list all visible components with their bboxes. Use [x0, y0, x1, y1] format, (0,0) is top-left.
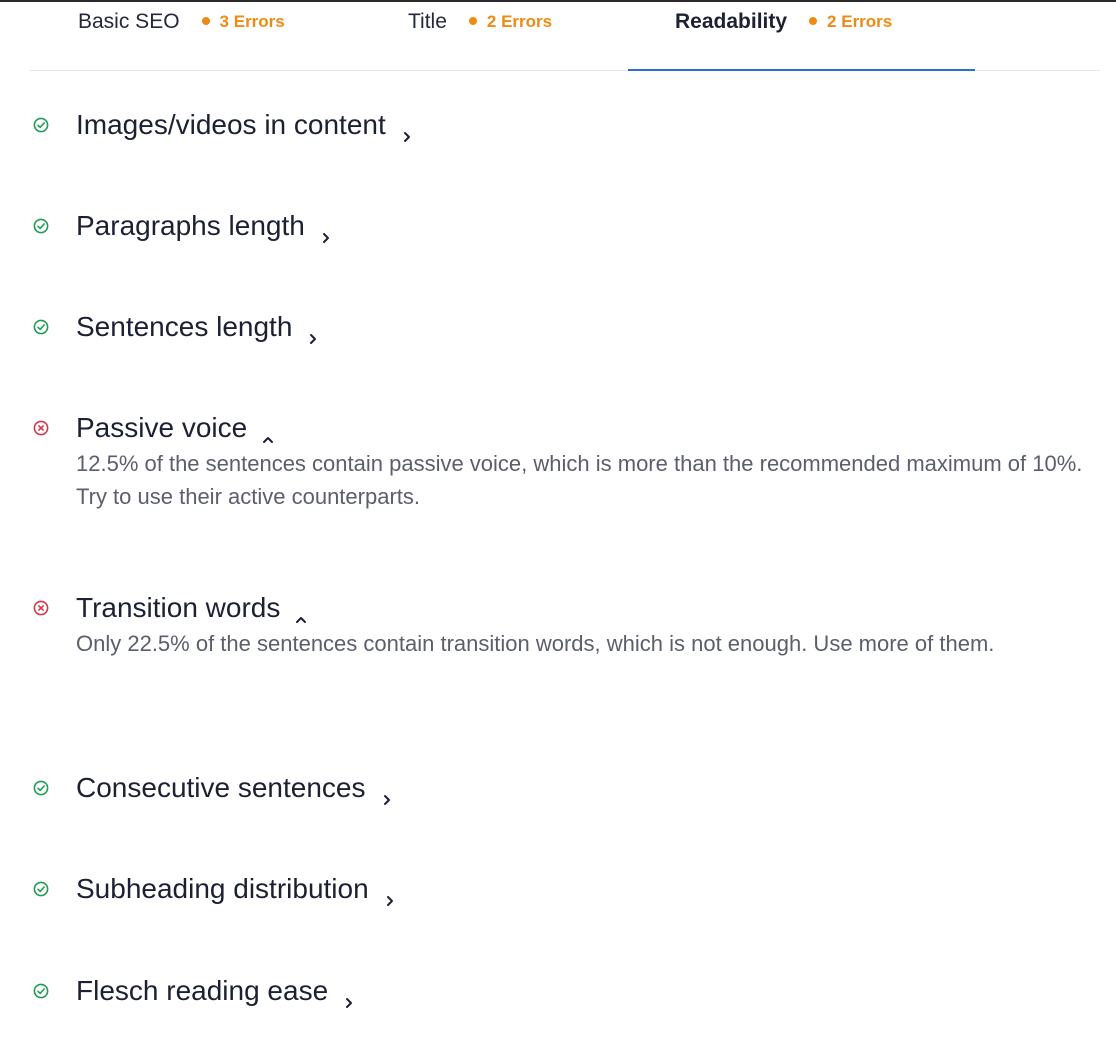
check-item-description: Only 22.5% of the sentences contain tran…: [76, 631, 995, 656]
check-circle-icon: [33, 319, 49, 335]
check-item-title: Transition words: [76, 591, 308, 625]
error-count-badge: 2 Errors: [486, 12, 553, 31]
tab-label: Title: [408, 10, 447, 33]
check-item-label: Flesch reading ease: [76, 975, 329, 1006]
tab-label: Basic SEO: [78, 10, 180, 33]
chevron-right-icon[interactable]: [383, 882, 397, 906]
check-item-label: Images/videos in content: [76, 109, 386, 140]
active-tab-indicator: [628, 69, 975, 71]
error-count-badge: 3 Errors: [219, 12, 285, 31]
error-dot-icon: [809, 17, 818, 25]
check-item-title: Paragraphs length: [76, 209, 333, 243]
check-circle-icon: [33, 780, 49, 796]
chevron-right-icon[interactable]: [400, 118, 414, 142]
check-circle-icon: [33, 881, 49, 897]
x-circle-icon: [33, 600, 49, 616]
seo-analysis-panel: Basic SEO 3 Errors Title 2 Errors Readab…: [0, 0, 1116, 1051]
check-item-description: 12.5% of the sentences contain passive v…: [76, 451, 1083, 509]
tab-label: Readability: [675, 10, 788, 33]
error-count-badge: 2 Errors: [827, 12, 893, 31]
chevron-up-icon[interactable]: [261, 421, 275, 443]
chevron-up-icon[interactable]: [294, 601, 308, 623]
check-item-title: Subheading distribution: [76, 872, 397, 906]
check-item-label: Sentences length: [76, 311, 293, 342]
check-item-label: Paragraphs length: [76, 210, 305, 241]
chevron-right-icon[interactable]: [380, 781, 394, 805]
x-circle-icon: [33, 420, 49, 436]
check-circle-icon: [33, 117, 49, 133]
error-dot-icon: [201, 17, 210, 25]
chevron-right-icon[interactable]: [342, 984, 356, 1008]
check-circle-icon: [33, 983, 49, 999]
check-item-title: Flesch reading ease: [76, 974, 356, 1008]
check-item-title: Sentences length: [76, 310, 320, 344]
check-circle-icon: [33, 218, 49, 234]
check-item-title: Consecutive sentences: [76, 771, 394, 805]
chevron-right-icon[interactable]: [306, 320, 320, 344]
check-item-label: Subheading distribution: [76, 873, 369, 904]
chevron-right-icon[interactable]: [319, 219, 333, 243]
check-item-title: Passive voice: [76, 411, 275, 445]
check-item-label: Passive voice: [76, 412, 248, 443]
check-item-label: Consecutive sentences: [76, 772, 366, 803]
error-dot-icon: [468, 17, 477, 25]
check-item-label: Transition words: [76, 592, 281, 623]
analysis-tabs: Basic SEO 3 Errors Title 2 Errors Readab…: [30, 2, 1100, 71]
check-item-title: Images/videos in content: [76, 108, 414, 142]
